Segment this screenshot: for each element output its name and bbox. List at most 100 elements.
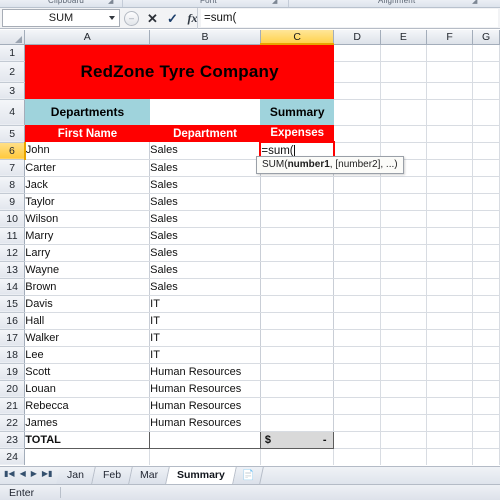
- cell-B12-department[interactable]: Sales: [149, 244, 261, 262]
- cell-B13-department[interactable]: Sales: [149, 261, 261, 279]
- total-amount-cell[interactable]: $ -: [259, 430, 335, 449]
- select-all-corner[interactable]: [0, 30, 26, 45]
- total-label[interactable]: TOTAL: [24, 430, 150, 449]
- cell-C14-expenses[interactable]: [260, 278, 335, 296]
- row-header-12[interactable]: 12: [0, 244, 26, 262]
- row-header-18[interactable]: 18: [0, 346, 26, 364]
- cell-F2[interactable]: [426, 61, 474, 83]
- cell-B11-department[interactable]: Sales: [149, 227, 261, 245]
- cell-D15[interactable]: [333, 295, 381, 313]
- cell-G20[interactable]: [472, 380, 500, 398]
- cell-E17[interactable]: [380, 329, 427, 347]
- cell-F16[interactable]: [426, 312, 474, 330]
- cell-A21-name[interactable]: Rebecca: [24, 397, 151, 415]
- cell-A11-name[interactable]: Marry: [24, 227, 151, 245]
- cell-G1[interactable]: [472, 44, 500, 62]
- cell-D17[interactable]: [333, 329, 381, 347]
- cell-F12[interactable]: [426, 244, 474, 262]
- spreadsheet-grid[interactable]: A B C D E F G 1 RedZone Tyre Company 2 3…: [0, 30, 500, 465]
- row-header-16[interactable]: 16: [0, 312, 26, 330]
- nav-last-icon[interactable]: ▶▮: [42, 470, 53, 478]
- chevron-down-icon[interactable]: [109, 16, 115, 20]
- cell-A13-name[interactable]: Wayne: [24, 261, 151, 279]
- cell-B24[interactable]: [149, 448, 261, 465]
- cell-D22[interactable]: [333, 414, 381, 432]
- cell-F14[interactable]: [426, 278, 474, 296]
- cell-G16[interactable]: [472, 312, 500, 330]
- cell-C18-expenses[interactable]: [260, 346, 335, 364]
- cell-C17-expenses[interactable]: [260, 329, 335, 347]
- cell-E21[interactable]: [380, 397, 427, 415]
- row-header-10[interactable]: 10: [0, 210, 26, 228]
- cell-G21[interactable]: [472, 397, 500, 415]
- column-header-c[interactable]: C: [260, 30, 335, 45]
- cell-A20-name[interactable]: Louan: [24, 380, 151, 398]
- row-header-9[interactable]: 9: [0, 193, 26, 211]
- cell-D19[interactable]: [333, 363, 381, 381]
- cell-D8[interactable]: [333, 176, 381, 194]
- cell-F21[interactable]: [426, 397, 474, 415]
- cell-D1[interactable]: [333, 44, 381, 62]
- cell-A15-name[interactable]: Davis: [24, 295, 151, 313]
- cell-E12[interactable]: [380, 244, 427, 262]
- cell-G22[interactable]: [472, 414, 500, 432]
- cell-C22-expenses[interactable]: [260, 414, 335, 432]
- cell-A16-name[interactable]: Hall: [24, 312, 151, 330]
- cell-A7-name[interactable]: Carter: [24, 159, 151, 177]
- row-header-7[interactable]: 7: [0, 159, 26, 177]
- cell-F8[interactable]: [426, 176, 474, 194]
- row-header-1[interactable]: 1: [0, 44, 26, 62]
- cell-F20[interactable]: [426, 380, 474, 398]
- row-header-6[interactable]: 6: [0, 142, 26, 160]
- cell-C24[interactable]: [260, 448, 335, 465]
- cell-E10[interactable]: [380, 210, 427, 228]
- cell-F10[interactable]: [426, 210, 474, 228]
- cell-C9-expenses[interactable]: [260, 193, 335, 211]
- cell-D10[interactable]: [333, 210, 381, 228]
- cell-A14-name[interactable]: Brown: [24, 278, 151, 296]
- cell-F1[interactable]: [426, 44, 474, 62]
- cell-F9[interactable]: [426, 193, 474, 211]
- cell-C20-expenses[interactable]: [260, 380, 335, 398]
- column-header-g[interactable]: G: [472, 30, 500, 45]
- cell-B19-department[interactable]: Human Resources: [149, 363, 261, 381]
- cell-E2[interactable]: [380, 61, 427, 83]
- cell-A10-name[interactable]: Wilson: [24, 210, 151, 228]
- nav-next-icon[interactable]: ▶: [31, 470, 37, 478]
- cell-E24[interactable]: [380, 448, 427, 465]
- cell-B15-department[interactable]: IT: [149, 295, 261, 313]
- cell-E22[interactable]: [380, 414, 427, 432]
- row-header-3[interactable]: 3: [0, 82, 26, 100]
- cell-C19-expenses[interactable]: [260, 363, 335, 381]
- cell-D12[interactable]: [333, 244, 381, 262]
- cell-A12-name[interactable]: Larry: [24, 244, 151, 262]
- cell-B7-department[interactable]: Sales: [149, 159, 261, 177]
- formula-input[interactable]: =sum(: [201, 9, 498, 27]
- column-header-b[interactable]: B: [149, 30, 261, 45]
- cell-E20[interactable]: [380, 380, 427, 398]
- cell-B10-department[interactable]: Sales: [149, 210, 261, 228]
- cell-G14[interactable]: [472, 278, 500, 296]
- column-header-d[interactable]: D: [333, 30, 381, 45]
- row-header-11[interactable]: 11: [0, 227, 26, 245]
- column-header-f[interactable]: F: [426, 30, 474, 45]
- cell-G15[interactable]: [472, 295, 500, 313]
- row-header-4[interactable]: 4: [0, 99, 26, 126]
- cell-D16[interactable]: [333, 312, 381, 330]
- cell-B22-department[interactable]: Human Resources: [149, 414, 261, 432]
- total-blank-cell[interactable]: [149, 430, 261, 449]
- row-header-23[interactable]: 23: [0, 431, 26, 449]
- row-header-15[interactable]: 15: [0, 295, 26, 313]
- cell-C12-expenses[interactable]: [260, 244, 335, 262]
- sheet-tab-summary[interactable]: Summary: [166, 467, 237, 484]
- cell-A24[interactable]: [24, 448, 151, 465]
- name-box[interactable]: SUM: [2, 9, 120, 27]
- cell-G11[interactable]: [472, 227, 500, 245]
- cell-E5[interactable]: [380, 125, 427, 143]
- cell-D24[interactable]: [333, 448, 381, 465]
- nav-prev-icon[interactable]: ◀: [20, 470, 26, 478]
- cell-E9[interactable]: [380, 193, 427, 211]
- cell-B8-department[interactable]: Sales: [149, 176, 261, 194]
- cell-D4[interactable]: [333, 99, 381, 126]
- cell-D14[interactable]: [333, 278, 381, 296]
